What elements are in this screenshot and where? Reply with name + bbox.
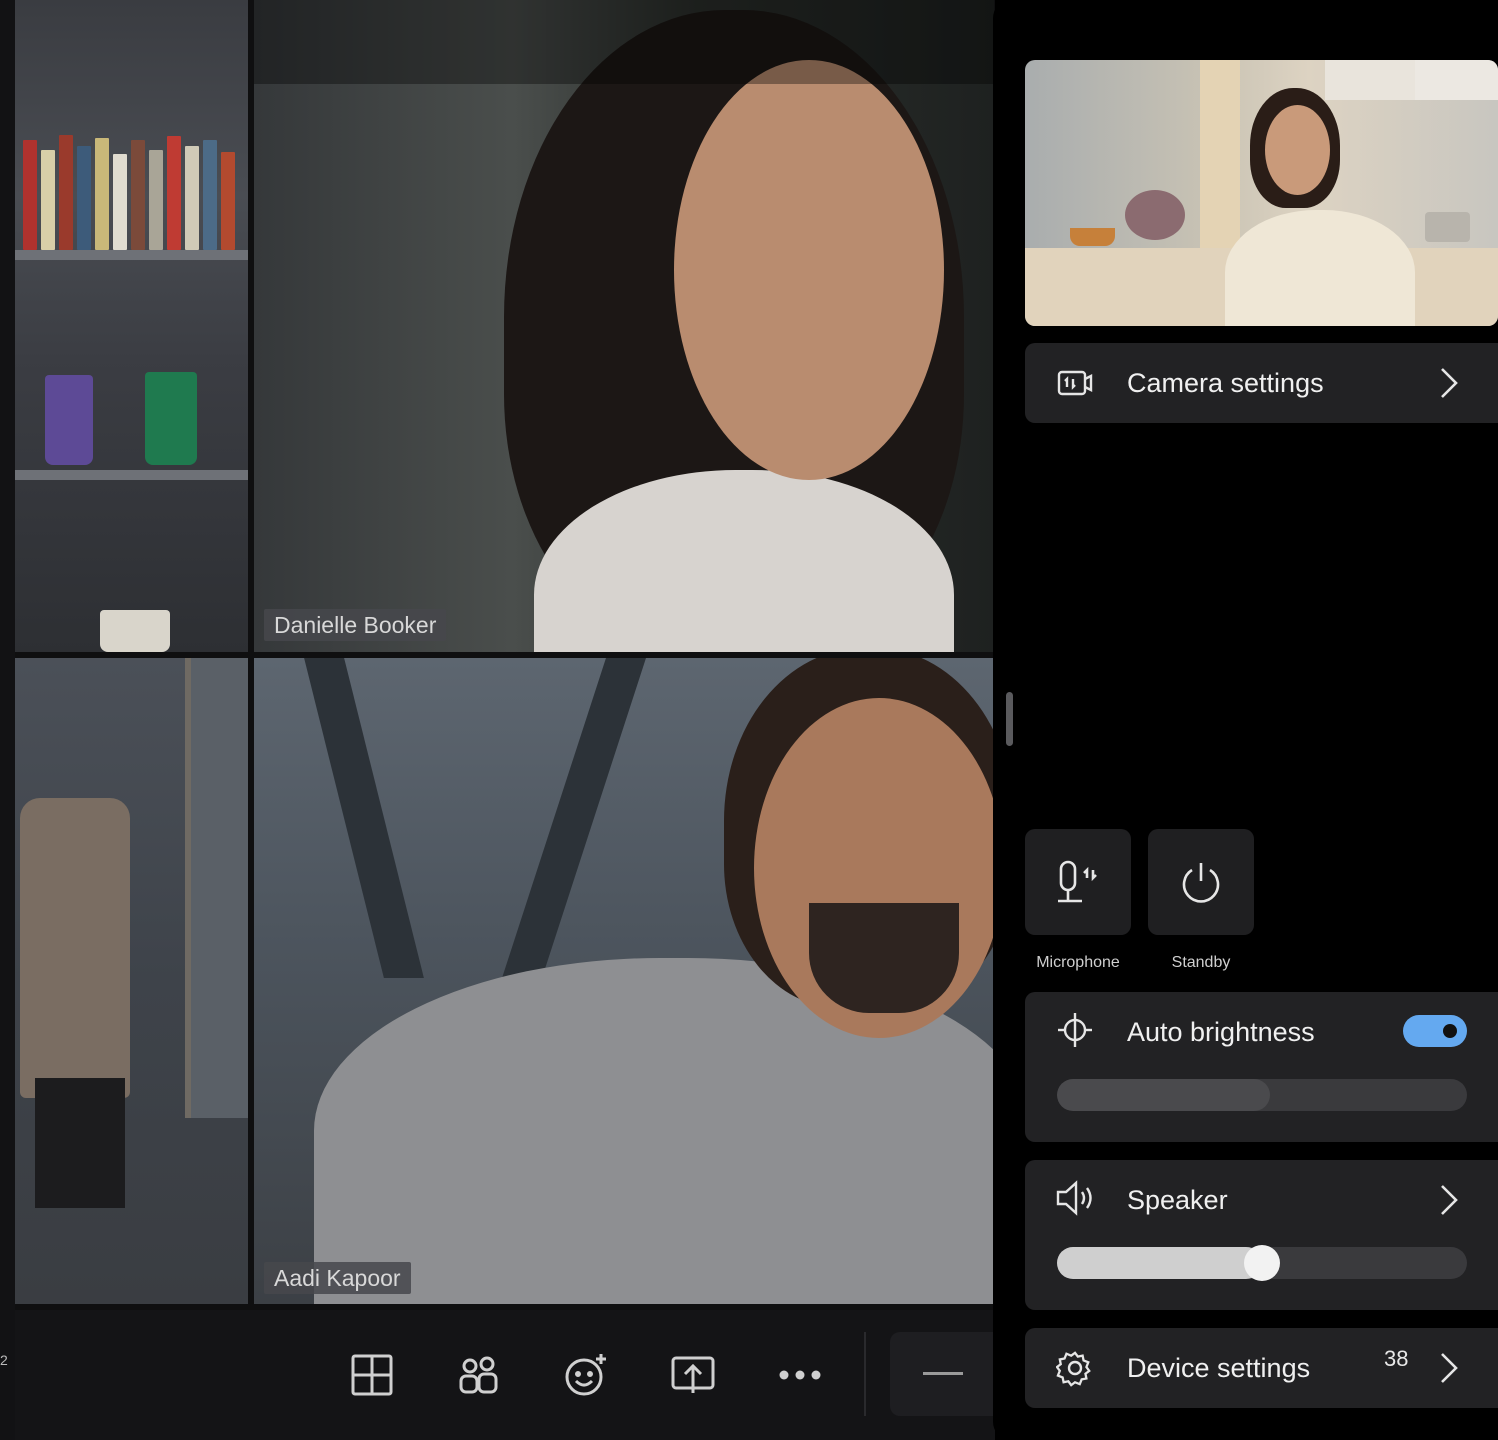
speaker-volume-slider[interactable]	[1057, 1245, 1467, 1281]
device-settings-count: 38	[1384, 1346, 1409, 1371]
participants-button[interactable]	[449, 1345, 509, 1405]
video-tile-danielle[interactable]	[254, 0, 994, 652]
participant-name-tag: Danielle Booker	[264, 609, 447, 641]
brightness-icon	[1058, 1013, 1092, 1047]
more-options-icon	[779, 1370, 821, 1380]
share-screen-icon	[671, 1356, 715, 1393]
edge-page-number: 2	[0, 1352, 8, 1368]
camera-settings-row[interactable]: Camera settings	[1025, 343, 1498, 423]
speaker-chevron[interactable]	[1434, 1180, 1464, 1220]
video-tile-left-top[interactable]	[15, 0, 248, 652]
layout-button[interactable]	[342, 1345, 402, 1405]
device-settings-row[interactable]: Device settings	[1025, 1328, 1498, 1408]
share-button[interactable]	[663, 1345, 723, 1405]
layout-grid-icon	[351, 1354, 393, 1396]
device-settings-label: Device settings	[1127, 1352, 1311, 1383]
toolbar-divider	[864, 1332, 866, 1416]
gear-icon	[1056, 1351, 1091, 1387]
microphone-label: Microphone	[1036, 954, 1120, 971]
standby-label: Standby	[1171, 954, 1231, 971]
standby-button[interactable]	[1148, 829, 1254, 935]
tile-top-fade	[254, 0, 994, 84]
speaker-slider-fill	[1057, 1247, 1262, 1279]
brightness-slider-fill	[1057, 1079, 1270, 1111]
speaker-label: Speaker	[1127, 1184, 1228, 1215]
minimize-button[interactable]	[890, 1332, 995, 1416]
minimize-icon	[922, 1372, 963, 1375]
speaker-icon	[1056, 1180, 1092, 1216]
video-tile-left-bottom[interactable]	[15, 658, 248, 1304]
self-view-preview[interactable]	[1025, 60, 1498, 326]
edge-strip	[0, 0, 15, 1440]
participants-icon	[459, 1356, 498, 1394]
more-options-button[interactable]	[770, 1345, 830, 1405]
chevron-right-icon	[1441, 1353, 1458, 1383]
auto-brightness-toggle[interactable]	[1403, 1015, 1467, 1047]
chevron-right-icon	[1441, 1185, 1458, 1215]
reactions-button[interactable]	[556, 1345, 616, 1405]
brightness-slider[interactable]	[1057, 1079, 1467, 1111]
add-reaction-icon	[565, 1354, 606, 1396]
microphone-button[interactable]	[1025, 829, 1131, 935]
auto-brightness-label: Auto brightness	[1127, 1016, 1315, 1047]
chevron-right-icon	[1441, 368, 1458, 398]
participant-name-tag: Aadi Kapoor	[264, 1262, 411, 1294]
camera-icon	[1057, 370, 1093, 396]
toggle-knob	[1443, 1024, 1457, 1038]
camera-settings-label: Camera settings	[1127, 367, 1324, 398]
microphone-icon	[1058, 860, 1097, 903]
power-icon	[1182, 863, 1220, 903]
speaker-slider-thumb[interactable]	[1244, 1245, 1280, 1281]
panel-drag-handle[interactable]	[1006, 692, 1013, 746]
video-tile-aadi[interactable]	[254, 658, 994, 1304]
speaker-card: Speaker	[1025, 1160, 1498, 1310]
